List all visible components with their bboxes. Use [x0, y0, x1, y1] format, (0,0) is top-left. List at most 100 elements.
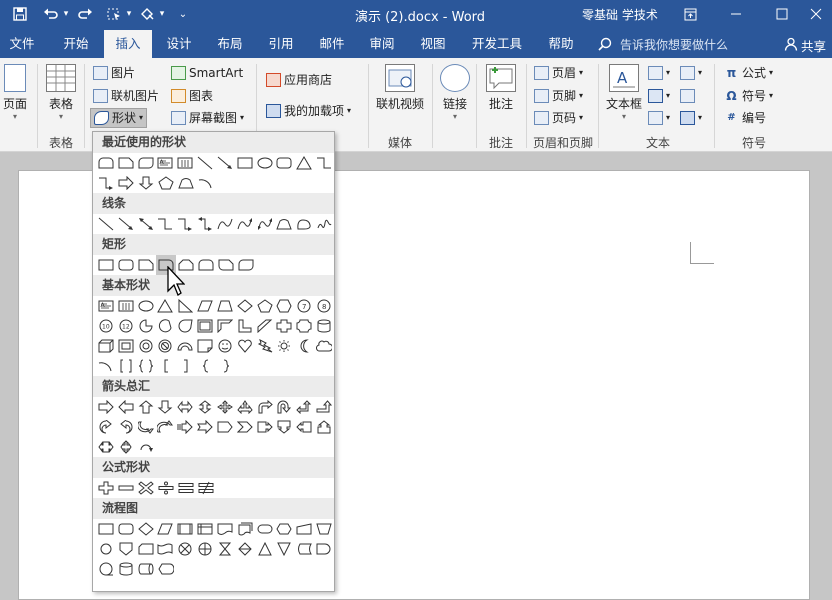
l-shape-shape-icon[interactable] [235, 316, 255, 336]
draw-dropdown-icon[interactable]: ▾ [157, 3, 167, 25]
arc-shape-icon[interactable] [196, 173, 216, 193]
pie-shape-icon[interactable] [136, 316, 156, 336]
snip-round-shape-icon[interactable] [216, 255, 236, 275]
smiley-shape-icon[interactable] [215, 336, 235, 356]
ribbon-display-options-icon[interactable] [670, 0, 710, 28]
up-arrow-shape-icon[interactable] [136, 397, 156, 417]
customize-qat-icon[interactable]: ⌄ [172, 3, 194, 25]
tab-references[interactable]: 引用 [258, 30, 304, 58]
no-symbol-shape-icon[interactable] [155, 336, 175, 356]
round-rect-shape-icon[interactable] [116, 255, 136, 275]
right-brace-shape-icon[interactable] [216, 356, 236, 376]
double-arrow-line-shape-icon[interactable] [136, 214, 156, 234]
freeform-shape-icon[interactable] [274, 214, 294, 234]
half-frame-shape-icon[interactable] [215, 316, 235, 336]
cube-shape-icon[interactable] [96, 336, 116, 356]
rect-shape-icon[interactable] [96, 255, 116, 275]
dodecagon-shape-icon[interactable]: 12 [116, 316, 136, 336]
rect-snip-shape-icon[interactable] [116, 153, 136, 173]
tab-layout[interactable]: 布局 [208, 30, 252, 58]
curved-up-arrow-shape-icon[interactable] [136, 417, 156, 437]
down-arrow-shape-icon[interactable] [155, 397, 175, 417]
bevel-shape-icon[interactable] [116, 336, 136, 356]
elbow-arrow-shape-icon[interactable] [96, 173, 116, 193]
drop-cap-button[interactable]: ▾ [648, 108, 670, 128]
round-rect-shape-icon[interactable] [274, 153, 294, 173]
divide-shape-icon[interactable] [156, 478, 176, 498]
trapezoid-shape-icon[interactable] [215, 296, 235, 316]
right-arrow-shape-icon[interactable] [116, 173, 136, 193]
frame-shape-icon[interactable] [195, 316, 215, 336]
maximize-icon[interactable] [762, 0, 802, 28]
bent-up-arrow-shape-icon[interactable] [314, 397, 334, 417]
chevron-shape-icon[interactable] [235, 417, 255, 437]
round-two-shape-icon[interactable] [196, 255, 216, 275]
save-icon[interactable] [9, 3, 31, 25]
tab-view[interactable]: 视图 [410, 30, 456, 58]
direct-access-shape-icon[interactable] [136, 559, 156, 579]
curved-left-arrow-shape-icon[interactable] [116, 417, 136, 437]
terminator-shape-icon[interactable] [255, 519, 275, 539]
donut-shape-icon[interactable] [136, 336, 156, 356]
minus-shape-icon[interactable] [116, 478, 136, 498]
down-arrow-shape-icon[interactable] [136, 173, 156, 193]
close-icon[interactable] [800, 0, 832, 28]
curve-double-arrow-shape-icon[interactable] [255, 214, 275, 234]
left-up-arrow-shape-icon[interactable] [294, 397, 314, 417]
scribble-shape-icon[interactable] [314, 214, 334, 234]
pictures-button[interactable]: 图片 [93, 63, 135, 83]
u-turn-arrow-shape-icon[interactable] [274, 397, 294, 417]
freeform-shape-icon[interactable] [176, 173, 196, 193]
tab-review[interactable]: 审阅 [360, 30, 404, 58]
smartart-button[interactable]: SmartArt [171, 63, 243, 83]
decagon-shape-icon[interactable]: 10 [96, 316, 116, 336]
process-shape-icon[interactable] [96, 519, 116, 539]
text-box-shape-icon[interactable]: A [155, 153, 175, 173]
left-right-callout-shape-icon[interactable] [96, 437, 116, 457]
line-shape-icon[interactable] [195, 153, 215, 173]
link-button[interactable]: 链接 ▾ [438, 64, 472, 121]
summing-shape-icon[interactable] [175, 539, 195, 559]
footer-button[interactable]: 页脚 ▾ [534, 86, 583, 106]
decision-shape-icon[interactable] [136, 519, 156, 539]
page-number-button[interactable]: 页码 ▾ [534, 108, 583, 128]
collate-shape-icon[interactable] [215, 539, 235, 559]
redo-icon[interactable] [74, 3, 96, 25]
heart-shape-icon[interactable] [235, 336, 255, 356]
online-video-button[interactable]: 联机视频 [374, 64, 426, 112]
preparation-shape-icon[interactable] [274, 519, 294, 539]
teardrop-shape-icon[interactable] [175, 316, 195, 336]
share-button[interactable]: 共享 [801, 36, 826, 55]
lightning-shape-icon[interactable] [255, 336, 275, 356]
double-brace-shape-icon[interactable] [136, 356, 156, 376]
select-dropdown-icon[interactable]: ▾ [124, 3, 134, 25]
up-callout-shape-icon[interactable] [314, 417, 334, 437]
can-shape-icon[interactable] [314, 316, 334, 336]
internal-storage-shape-icon[interactable] [195, 519, 215, 539]
alt-process-shape-icon[interactable] [116, 519, 136, 539]
tab-developer[interactable]: 开发工具 [462, 30, 532, 58]
chart-button[interactable]: 图表 [171, 86, 213, 106]
draw-shape-icon[interactable] [136, 3, 158, 25]
chord-shape-icon[interactable] [155, 316, 175, 336]
store-button[interactable]: 应用商店 [266, 70, 332, 90]
scribble-shape-shape-icon[interactable] [294, 214, 314, 234]
quick-parts-button[interactable]: ▾ [648, 63, 670, 83]
pentagon-shape-icon[interactable] [156, 173, 176, 193]
table-button[interactable]: 表格 ▾ [44, 64, 78, 121]
plaque-shape-icon[interactable] [294, 316, 314, 336]
left-arrow-shape-icon[interactable] [116, 397, 136, 417]
text-box-shape-icon[interactable]: A [96, 296, 116, 316]
arrow-line-shape-icon[interactable] [116, 214, 136, 234]
punched-tape-shape-icon[interactable] [155, 539, 175, 559]
tab-file[interactable]: 文件 [0, 30, 44, 58]
multiply-shape-icon[interactable] [136, 478, 156, 498]
triangle-shape-icon[interactable] [294, 153, 314, 173]
heptagon-shape-icon[interactable]: 7 [294, 296, 314, 316]
merge-shape-icon[interactable] [274, 539, 294, 559]
select-objects-icon[interactable] [103, 3, 125, 25]
extract-shape-icon[interactable] [255, 539, 275, 559]
card-shape-icon[interactable] [136, 539, 156, 559]
left-right-arrow-shape-icon[interactable] [175, 397, 195, 417]
quad-callout-shape-icon[interactable] [116, 437, 136, 457]
